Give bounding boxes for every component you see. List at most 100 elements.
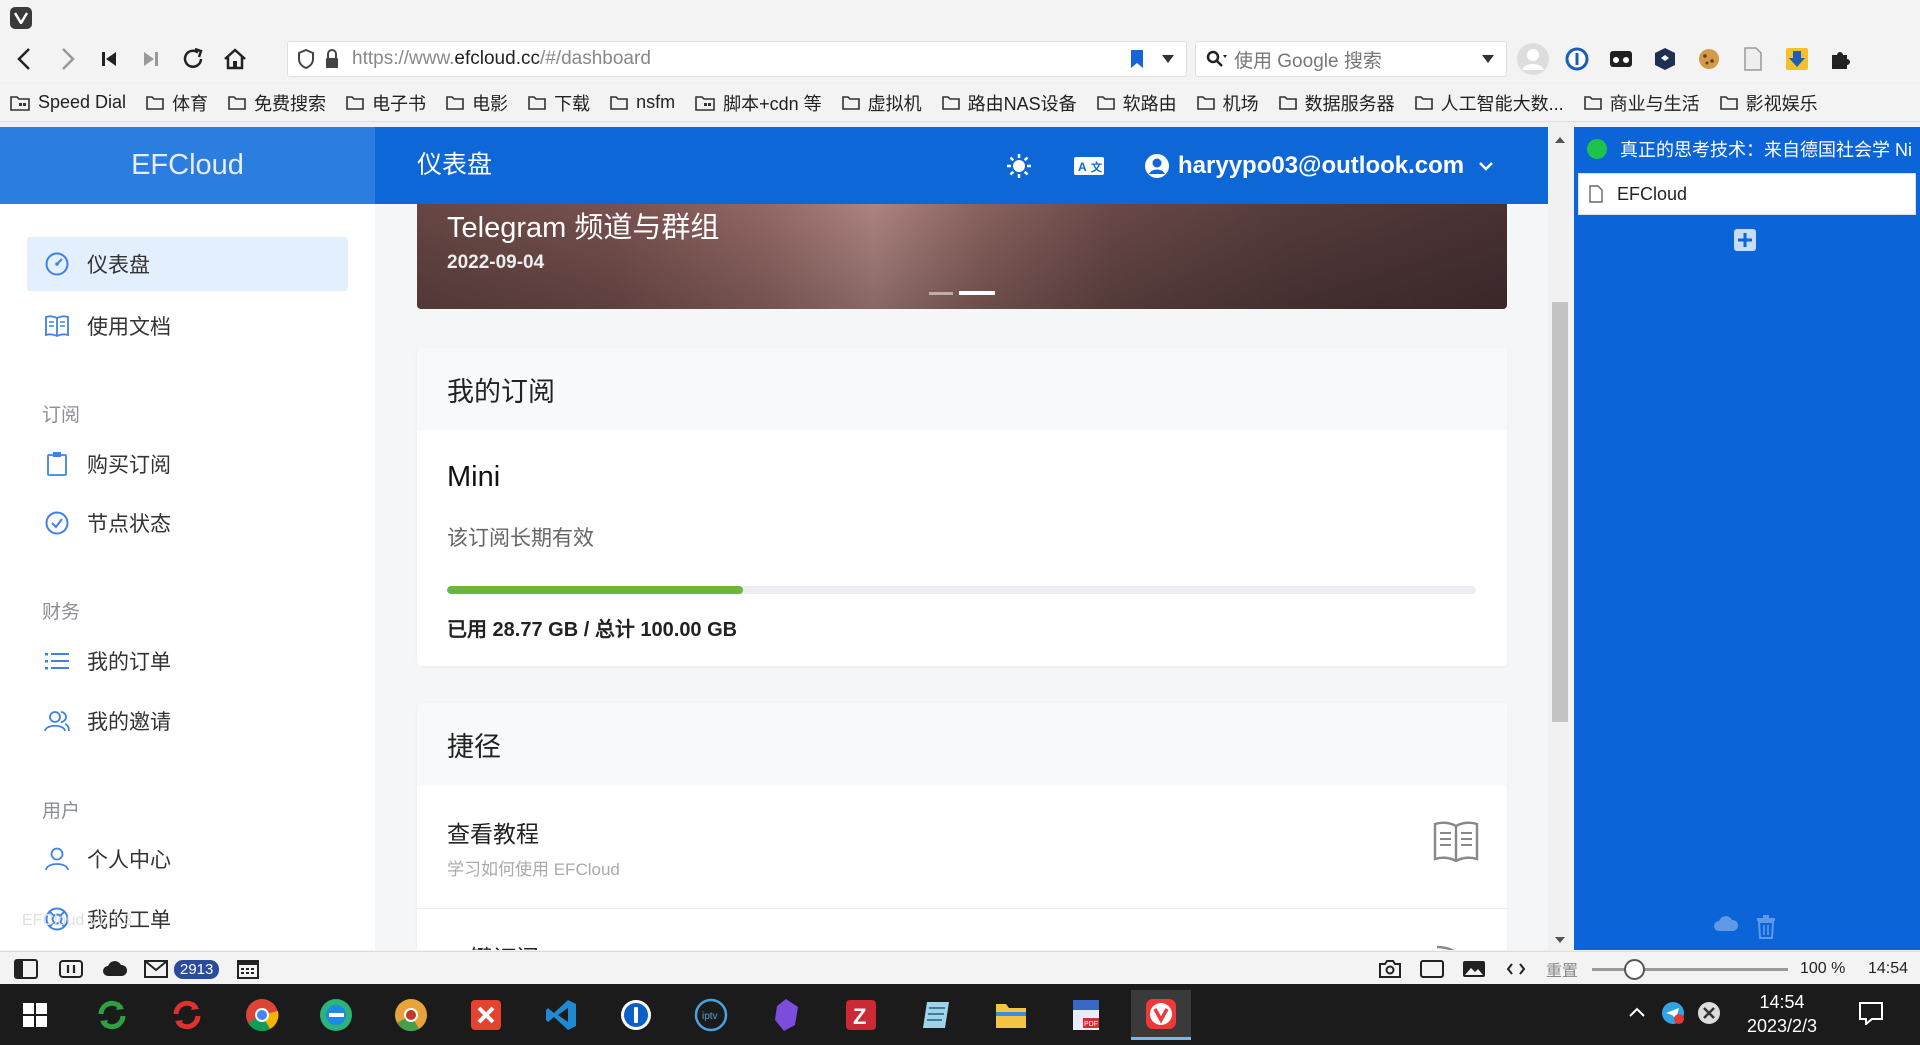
1password-icon[interactable] (606, 990, 666, 1040)
scroll-up-icon[interactable] (1555, 137, 1565, 143)
zoom-slider[interactable] (1592, 957, 1788, 981)
notification-icon[interactable] (1858, 1001, 1884, 1025)
zoom-slider-handle[interactable] (1624, 959, 1645, 980)
download-icon[interactable] (1779, 41, 1815, 77)
app-red-x-icon[interactable] (456, 990, 516, 1040)
tab-tiling-icon[interactable] (59, 957, 83, 981)
translate-icon[interactable]: A文 (1073, 156, 1105, 176)
windows-start-icon[interactable] (5, 990, 65, 1040)
bookmark-folder[interactable]: 脚本+cdn 等 (685, 88, 832, 118)
zoom-reset-button[interactable]: 重置 (1546, 957, 1578, 981)
chevron-down-icon[interactable] (1162, 55, 1174, 63)
scrollbar-thumb[interactable] (1552, 302, 1568, 722)
panel-tab-article[interactable]: 真正的思考技术：来自德国社会学 Ni (1578, 128, 1916, 170)
fast-forward-icon[interactable] (130, 39, 172, 79)
sidebar-item-invite[interactable]: 我的邀请 (27, 694, 348, 748)
carousel-indicator[interactable] (929, 292, 953, 295)
address-bar[interactable]: https://www.efcloud.cc/#/dashboard (287, 41, 1187, 77)
notes-app-icon[interactable] (906, 990, 966, 1040)
trash-icon[interactable] (1756, 915, 1776, 939)
chevron-down-icon[interactable] (1482, 55, 1494, 63)
user-menu[interactable]: haryypo03@outlook.com (1144, 127, 1494, 204)
telegram-tray-icon[interactable] (1661, 1001, 1685, 1025)
bookmark-folder[interactable]: 虚拟机 (832, 88, 932, 118)
bookmark-folder[interactable]: nsfm (600, 88, 685, 118)
zotero-icon[interactable]: Z (831, 990, 891, 1040)
iptv-icon[interactable]: iptv (681, 990, 741, 1040)
sidebar-item-orders[interactable]: 我的订单 (27, 634, 348, 688)
close-circle-tray-icon[interactable] (1697, 1001, 1721, 1025)
file-explorer-icon[interactable] (981, 990, 1041, 1040)
mail-count-badge[interactable]: 2913 (174, 957, 220, 981)
bookmark-folder[interactable]: 下载 (518, 88, 600, 118)
pdf-app-icon[interactable]: PDF (1056, 990, 1116, 1040)
calendar-icon[interactable] (237, 957, 259, 981)
forward-icon[interactable] (46, 39, 88, 79)
sidebar-item-buy[interactable]: 购买订阅 (27, 437, 348, 491)
cloud-sync-icon[interactable] (1713, 915, 1739, 933)
bookmark-folder[interactable]: 电影 (436, 88, 518, 118)
sidebar-item-dashboard[interactable]: 仪表盘 (27, 237, 348, 291)
vivaldi-taskbar-icon[interactable] (1131, 990, 1191, 1040)
lock-icon[interactable] (324, 49, 340, 69)
chevron-up-icon[interactable] (1628, 1006, 1646, 1018)
subscription-card: 我的订阅 Mini 该订阅长期有效 已用 28.77 GB / 总计 100.0… (417, 348, 1507, 666)
edge-icon[interactable] (306, 990, 366, 1040)
bookmark-speed-dial[interactable]: Speed Dial (0, 88, 136, 118)
scroll-down-icon[interactable] (1555, 937, 1565, 943)
search-input[interactable]: 使用 Google 搜索 (1234, 46, 1482, 73)
chrome-beta-icon[interactable] (381, 990, 441, 1040)
profile-avatar-icon[interactable] (1515, 41, 1551, 77)
code-icon[interactable] (1506, 957, 1526, 981)
cube-extension-icon[interactable] (1647, 41, 1683, 77)
search-bar[interactable]: 使用 Google 搜索 (1195, 41, 1507, 77)
back-icon[interactable] (4, 39, 46, 79)
bookmark-folder[interactable]: 免费搜索 (218, 88, 336, 118)
document-icon[interactable] (1735, 41, 1771, 77)
puzzle-extensions-icon[interactable] (1823, 41, 1859, 77)
camera-icon[interactable] (1378, 957, 1402, 981)
shield-icon[interactable] (298, 49, 314, 69)
mail-icon[interactable] (144, 957, 168, 981)
sidebar-item-nodes[interactable]: 节点状态 (27, 496, 348, 550)
announcement-carousel[interactable]: Telegram 频道与群组 2022-09-04 (417, 204, 1507, 309)
vscode-icon[interactable] (531, 990, 591, 1040)
glasses-extension-icon[interactable] (1603, 41, 1639, 77)
cloud-icon[interactable] (102, 957, 128, 981)
bookmark-folder[interactable]: 体育 (136, 88, 218, 118)
bookmark-folder[interactable]: 商业与生活 (1574, 88, 1710, 118)
bookmark-folder[interactable]: 人工智能大数... (1405, 88, 1574, 118)
url-text[interactable]: https://www.efcloud.cc/#/dashboard (352, 48, 651, 70)
image-icon[interactable] (1462, 957, 1486, 981)
vivaldi-menu-icon[interactable] (10, 7, 32, 29)
bookmark-folder[interactable]: 数据服务器 (1269, 88, 1405, 118)
chrome-icon[interactable] (232, 990, 292, 1040)
bookmark-icon[interactable] (1130, 49, 1144, 69)
taskbar-clock[interactable]: 14:54 2023/2/3 (1740, 990, 1824, 1038)
sync-app-green-icon[interactable] (82, 990, 142, 1040)
bookmark-folder[interactable]: 电子书 (336, 88, 436, 118)
shortcut-subscribe[interactable]: 一键订阅 (417, 909, 1507, 950)
shortcut-tutorial[interactable]: 查看教程 学习如何使用 EFCloud (417, 785, 1507, 909)
brand-logo[interactable]: EFCloud (0, 127, 375, 204)
cookie-icon[interactable] (1691, 41, 1727, 77)
bookmark-folder[interactable]: 软路由 (1087, 88, 1187, 118)
password-manager-icon[interactable] (1559, 41, 1595, 77)
sidebar-item-profile[interactable]: 个人中心 (27, 832, 348, 886)
window-icon[interactable] (1420, 957, 1444, 981)
panel-toggle-icon[interactable] (14, 957, 38, 981)
add-tab-icon[interactable] (1733, 228, 1757, 252)
rewind-icon[interactable] (88, 39, 130, 79)
obsidian-icon[interactable] (756, 990, 816, 1040)
reload-icon[interactable] (172, 39, 214, 79)
sync-app-red-icon[interactable] (157, 990, 217, 1040)
home-icon[interactable] (214, 39, 256, 79)
theme-toggle-icon[interactable] (1006, 153, 1032, 179)
page-scrollbar[interactable] (1548, 127, 1572, 950)
sidebar-item-docs[interactable]: 使用文档 (27, 299, 348, 353)
bookmark-folder[interactable]: 路由NAS设备 (932, 88, 1087, 118)
carousel-indicator-active[interactable] (959, 291, 995, 295)
bookmark-folder[interactable]: 影视娱乐 (1710, 88, 1828, 118)
panel-tab-efcloud[interactable]: EFCloud (1578, 173, 1916, 215)
bookmark-folder[interactable]: 机场 (1187, 88, 1269, 118)
